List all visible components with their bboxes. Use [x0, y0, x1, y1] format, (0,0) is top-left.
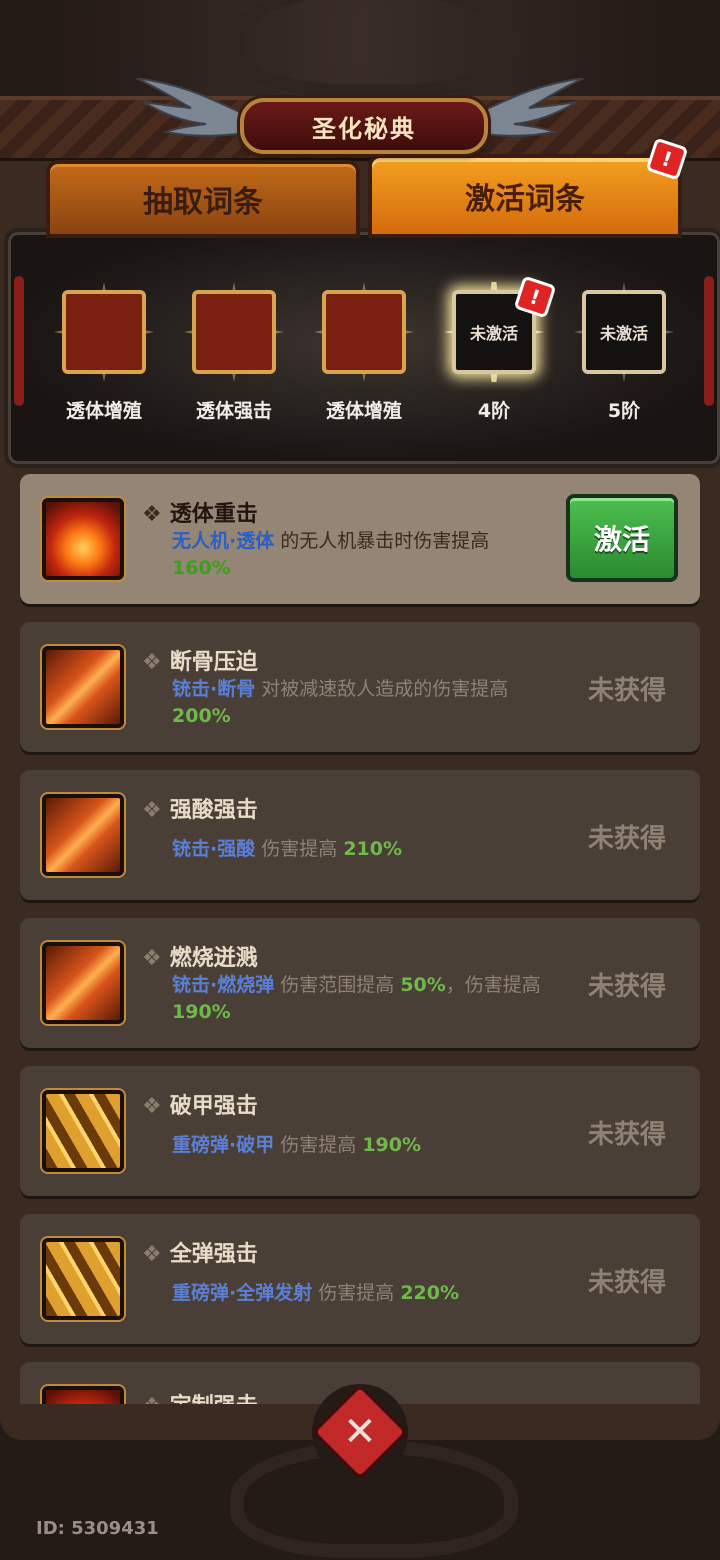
bullets-icon	[42, 1238, 124, 1320]
entry-desc: 重磅弹·破甲 伤害提高 190%	[172, 1132, 552, 1159]
entry-value: 220%	[400, 1282, 460, 1304]
fire-fist-icon	[62, 290, 146, 374]
entry-desc: 铳击·强酸 伤害提高 210%	[172, 836, 552, 863]
entry-title: 断骨压迫	[169, 650, 258, 675]
diamond-bullet-icon: ❖	[142, 650, 162, 675]
entry-title: 破甲强击	[169, 1094, 258, 1119]
entry-list[interactable]: ❖ 透体重击 无人机·透体 的无人机暴击时伤害提高 160% 激活 ❖ 断骨压迫 铳…	[20, 474, 700, 1404]
page-title: 圣化秘典	[240, 98, 488, 154]
entry-desc-text: ，伤害提高	[445, 974, 541, 996]
entry-desc-text: 伤害提高	[274, 1134, 363, 1156]
tab-activate-entries[interactable]: 激活词条	[368, 154, 682, 238]
entry-card-1[interactable]: ❖ 透体重击 无人机·透体 的无人机暴击时伤害提高 160% 激活	[20, 474, 700, 604]
panel-side-bar-right	[704, 276, 714, 406]
entry-tag: 铳击·燃烧弹	[172, 974, 275, 996]
bullets-icon	[42, 1090, 124, 1172]
entry-tag: 重磅弹·全弹发射	[172, 1282, 313, 1304]
fire-fist-icon	[192, 290, 276, 374]
entry-title: 定制强击	[170, 1394, 258, 1404]
tab-draw-entries[interactable]: 抽取词条	[46, 160, 360, 238]
entry-value: 200%	[172, 705, 231, 727]
slot-3-label: 透体增殖	[325, 400, 402, 422]
entry-card-4[interactable]: ❖ 燃烧迸溅 铳击·燃烧弹 伤害范围提高 50%，伤害提高 190% 未获得	[20, 918, 700, 1048]
left-wing-icon	[136, 78, 255, 137]
status-label: 未获得	[587, 676, 666, 706]
entry-value: 160%	[172, 557, 231, 579]
slot-3[interactable]	[314, 282, 414, 382]
entry-value: 50%	[400, 974, 446, 996]
entry-card-5[interactable]: ❖ 破甲强击 重磅弹·破甲 伤害提高 190% 未获得	[20, 1066, 700, 1196]
slot-panel: 透体增殖 透体强击 透体增殖 未激活 ! 4阶 未激活 5阶	[4, 228, 720, 468]
slash-icon	[42, 794, 124, 876]
status-label: 未获得	[587, 972, 666, 1002]
diamond-bullet-icon: ❖	[142, 502, 162, 527]
entry-desc-text: 伤害提高	[255, 838, 344, 860]
slot-2-label: 透体强击	[195, 400, 272, 422]
status-label: 未获得	[587, 824, 666, 854]
entry-tag: 重磅弹·破甲	[172, 1134, 275, 1156]
entry-desc: 无人机·透体 的无人机暴击时伤害提高 160%	[172, 528, 552, 582]
entry-value: 190%	[172, 1001, 231, 1023]
diamond-bullet-icon: ❖	[142, 1394, 162, 1404]
entry-title: 强酸强击	[169, 798, 258, 823]
entry-desc-text: 对被减速敌人造成的伤害提高	[255, 678, 509, 700]
entry-card-2[interactable]: ❖ 断骨压迫 铳击·断骨 对被减速敌人造成的伤害提高 200% 未获得	[20, 622, 700, 752]
entry-value: 190%	[362, 1134, 422, 1156]
slash-icon	[42, 646, 124, 728]
user-id: ID: 5309431	[36, 1518, 159, 1539]
entry-desc: 铳击·断骨 对被减速敌人造成的伤害提高 200%	[172, 676, 552, 730]
slot-1[interactable]	[54, 282, 154, 382]
entry-value: 210%	[343, 838, 403, 860]
entry-card-3[interactable]: ❖ 强酸强击 铳击·强酸 伤害提高 210% 未获得	[20, 770, 700, 900]
status-label: 未获得	[587, 1268, 666, 1298]
diamond-bullet-icon: ❖	[142, 1094, 162, 1119]
slot-5[interactable]: 未激活	[574, 282, 674, 382]
diamond-bullet-icon: ❖	[142, 1242, 162, 1267]
entry-title: 透体重击	[169, 502, 258, 527]
slash-icon	[42, 942, 124, 1024]
entry-desc: 铳击·燃烧弹 伤害范围提高 50%，伤害提高 190%	[172, 972, 552, 1026]
entry-card-6[interactable]: ❖ 全弹强击 重磅弹·全弹发射 伤害提高 220% 未获得	[20, 1214, 700, 1344]
slot-2[interactable]	[184, 282, 284, 382]
fire-fist-icon	[42, 1386, 124, 1404]
panel-side-bar-left	[14, 276, 24, 406]
diamond-bullet-icon: ❖	[142, 798, 162, 823]
entry-title: 全弹强击	[169, 1242, 258, 1267]
entry-desc-text: 的无人机暴击时伤害提高	[274, 530, 490, 552]
slot-1-label: 透体增殖	[65, 400, 142, 422]
entry-tag: 无人机·透体	[172, 530, 275, 552]
close-button[interactable]: ✕	[310, 1382, 410, 1482]
entry-tag: 铳击·强酸	[172, 838, 256, 860]
status-label: 未获得	[587, 1120, 666, 1150]
entry-desc: 重磅弹·全弹发射 伤害提高 220%	[172, 1280, 552, 1307]
slot-5-label: 5阶	[607, 400, 641, 422]
fire-fist-icon	[322, 290, 406, 374]
close-glyph: ✕	[343, 1408, 377, 1455]
entry-tag: 铳击·断骨	[172, 678, 256, 700]
diamond-bullet-icon: ❖	[142, 946, 162, 971]
activate-button[interactable]: 激活	[566, 494, 678, 582]
entry-desc-text: 伤害范围提高	[274, 974, 401, 996]
entry-title: 燃烧迸溅	[169, 946, 258, 971]
slot-5-empty: 未激活	[582, 290, 666, 374]
entry-desc-text: 伤害提高	[312, 1282, 401, 1304]
slot-4-label: 4阶	[477, 400, 511, 422]
fire-fist-icon	[42, 498, 124, 580]
